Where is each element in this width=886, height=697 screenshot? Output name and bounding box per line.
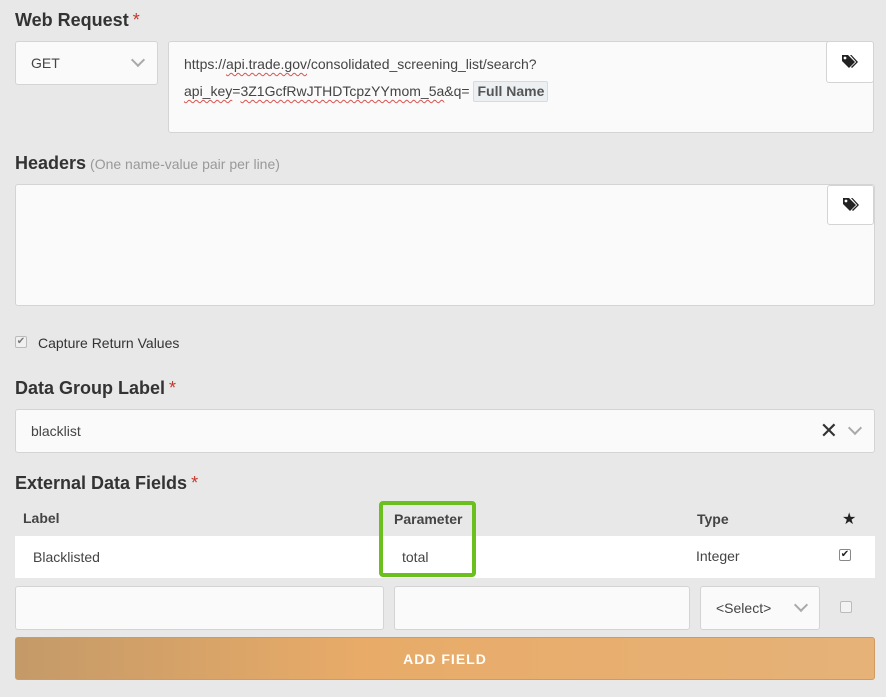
url-host: api.trade.gov: [226, 56, 307, 72]
row-type[interactable]: Integer: [696, 548, 740, 564]
chevron-down-icon: [130, 52, 146, 68]
new-type-select[interactable]: <Select>: [700, 586, 820, 630]
url-input[interactable]: https://api.trade.gov/consolidated_scree…: [168, 41, 874, 133]
new-type-value: <Select>: [716, 600, 772, 616]
method-select[interactable]: GET: [15, 41, 158, 85]
close-icon[interactable]: ✕: [820, 420, 838, 442]
headers-hint: (One name-value pair per line): [90, 156, 280, 172]
capture-label: Capture Return Values: [38, 335, 180, 351]
headers-tags-button[interactable]: [827, 185, 874, 225]
chevron-down-icon: [793, 597, 809, 613]
data-group-select[interactable]: blacklist ✕: [15, 409, 875, 453]
url-query: &q=: [444, 83, 470, 99]
new-label-input[interactable]: [15, 586, 384, 630]
url-tags-button[interactable]: [826, 41, 874, 83]
new-key-checkbox[interactable]: [840, 601, 852, 613]
new-parameter-input[interactable]: [394, 586, 690, 630]
headers-label: Headers: [15, 153, 87, 173]
tags-icon: [842, 55, 858, 68]
row-key-checkbox[interactable]: ✔: [839, 549, 851, 561]
column-header-type: Type: [697, 511, 729, 527]
required-mark: *: [191, 473, 199, 493]
url-path: /consolidated_screening_list/search?: [306, 56, 537, 72]
required-mark: *: [132, 10, 140, 30]
web-request-heading: Web Request *: [15, 10, 140, 31]
url-param-name: api_key: [184, 83, 233, 99]
tags-icon: [842, 198, 859, 211]
headers-heading: Headers (One name-value pair per line): [15, 153, 280, 174]
external-fields-label: External Data Fields: [15, 473, 188, 493]
method-value: GET: [31, 55, 60, 71]
full-name-token[interactable]: Full Name: [473, 81, 549, 102]
add-field-button[interactable]: ADD FIELD: [15, 637, 875, 680]
url-scheme: https://: [184, 56, 227, 72]
external-fields-heading: External Data Fields *: [15, 473, 198, 494]
url-api-key: 3Z1GcfRwJTHDTcpzYYmom_5a: [240, 83, 445, 99]
check-icon: ✔: [840, 549, 850, 560]
parameter-highlight: [379, 501, 476, 577]
web-request-label: Web Request: [15, 10, 129, 30]
headers-textarea[interactable]: [15, 184, 875, 306]
check-icon: ✔: [16, 336, 26, 347]
required-mark: *: [169, 378, 177, 398]
data-group-value: blacklist: [31, 423, 81, 439]
url-line-2: api_key=3Z1GcfRwJTHDTcpzYYmom_5a&q= Full…: [184, 78, 858, 105]
column-header-label: Label: [23, 510, 60, 526]
data-group-label: Data Group Label: [15, 378, 166, 398]
row-label[interactable]: Blacklisted: [33, 549, 100, 565]
url-line-1: https://api.trade.gov/consolidated_scree…: [184, 51, 858, 78]
data-group-heading: Data Group Label *: [15, 378, 176, 399]
star-icon: ★: [842, 511, 857, 528]
chevron-down-icon[interactable]: [847, 420, 863, 436]
capture-checkbox[interactable]: ✔: [15, 336, 27, 348]
